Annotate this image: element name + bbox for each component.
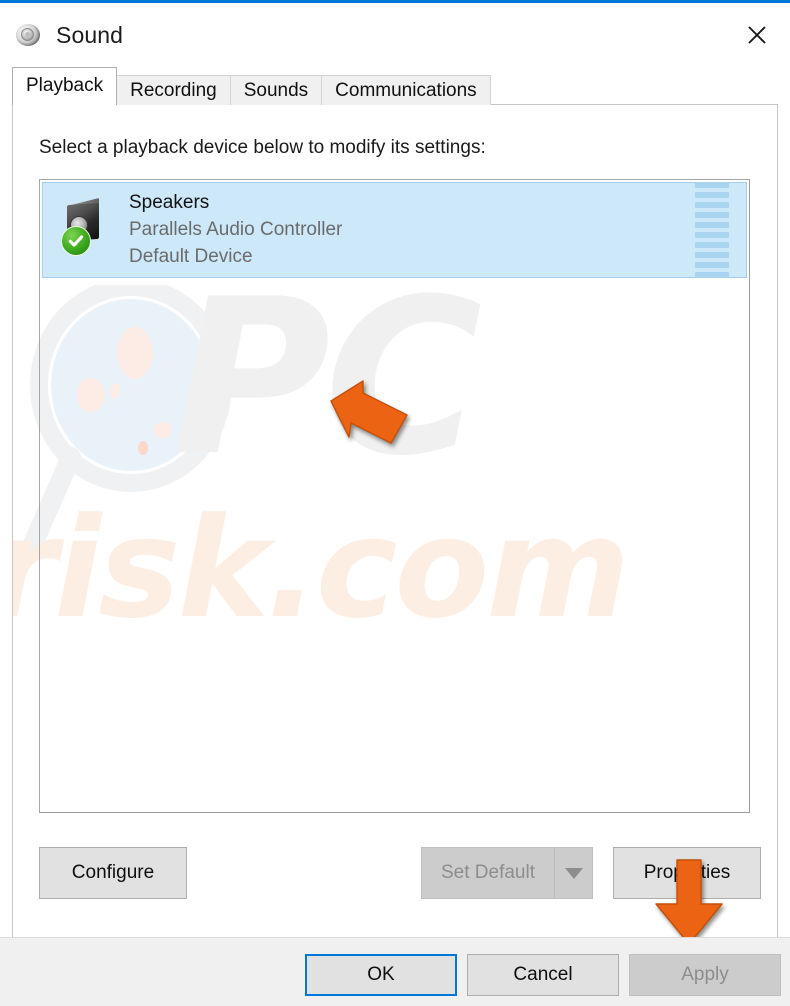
list-item[interactable]: Speakers Parallels Audio Controller Defa… [42,182,747,278]
device-status: Default Device [129,246,253,267]
set-default-button-label: Set Default [441,862,535,883]
speaker-device-icon [61,198,113,258]
sound-dialog-window: Sound Playback Recording Sounds Communic… [0,0,790,1006]
volume-meter-icon [695,182,729,278]
cancel-button-label: Cancel [513,964,573,985]
tab-playback[interactable]: Playback [12,67,118,105]
tab-communications[interactable]: Communications [321,75,491,105]
apply-button-label: Apply [681,964,729,985]
set-default-button: Set Default [421,847,554,899]
tab-recording[interactable]: Recording [116,75,231,105]
device-text-block: Speakers Parallels Audio Controller Defa… [129,190,695,270]
playback-device-list[interactable]: Speakers Parallels Audio Controller Defa… [39,179,750,813]
set-default-split-button[interactable]: Set Default [421,847,593,899]
chevron-down-icon [554,847,593,899]
playback-tab-panel: PC risk.com Select a playback device bel… [12,104,778,1000]
dialog-footer: OK Cancel Apply [0,937,790,1006]
device-name: Speakers [129,192,210,213]
green-check-icon [61,226,91,256]
properties-button[interactable]: Properties [613,847,761,899]
device-description: Parallels Audio Controller [129,219,343,240]
tab-communications-label: Communications [335,80,477,101]
ok-button-label: OK [367,964,395,985]
tab-sounds-label: Sounds [243,80,309,101]
tab-strip: Playback Recording Sounds Communications [12,67,790,105]
cancel-button[interactable]: Cancel [467,954,619,996]
ok-button[interactable]: OK [305,954,457,996]
window-title: Sound [56,21,124,48]
tab-sounds[interactable]: Sounds [229,75,323,105]
device-action-buttons: Configure Set Default Properties [39,847,761,899]
configure-button-label: Configure [71,862,155,883]
close-icon[interactable] [724,3,790,67]
instruction-label: Select a playback device below to modify… [39,137,486,158]
title-bar: Sound [0,3,790,67]
properties-button-label: Properties [643,862,731,883]
tab-recording-label: Recording [130,80,217,101]
apply-button: Apply [629,954,781,996]
speaker-icon [14,20,44,50]
tab-playback-label: Playback [26,75,104,96]
configure-button[interactable]: Configure [39,847,187,899]
